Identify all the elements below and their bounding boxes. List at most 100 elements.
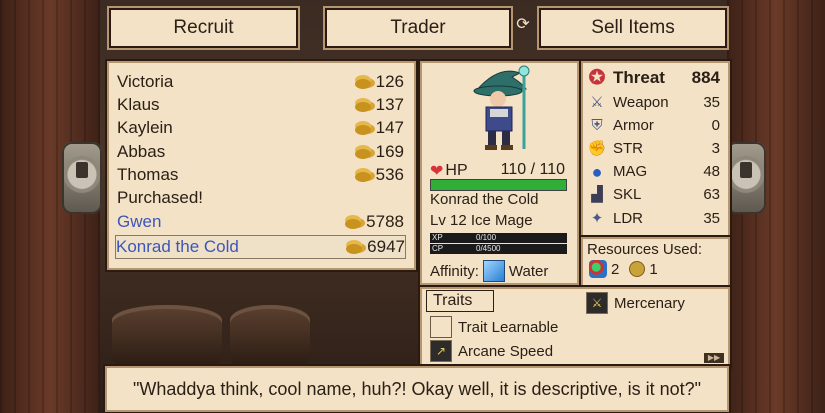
leadership-icon: ✦ xyxy=(590,209,604,227)
trait-learnable[interactable]: Trait Learnable xyxy=(430,316,558,338)
stat-label: Threat xyxy=(613,67,665,87)
stat-weapon: ⚔ Weapon 35 xyxy=(587,91,720,114)
ornament-right-icon xyxy=(726,142,766,214)
price-value: 147 xyxy=(375,118,404,137)
hp-bar-fill xyxy=(431,180,566,190)
recruit-row[interactable]: Abbas 169 xyxy=(117,141,404,163)
stat-ldr: ✦ LDR 35 xyxy=(587,207,720,230)
arcane-speed-trait-icon: ↗ xyxy=(430,340,452,362)
recruit-price: 126 xyxy=(354,72,404,92)
resources-row: 2 1 xyxy=(589,260,658,278)
price-value: 126 xyxy=(375,72,404,91)
gold-coins-icon xyxy=(354,167,374,183)
recruit-row[interactable]: Thomas 536 xyxy=(117,164,404,186)
recruit-row-selected[interactable]: Konrad the Cold 6947 xyxy=(115,235,406,259)
stat-label: Weapon xyxy=(613,94,669,111)
resources-title: Resources Used: xyxy=(587,241,703,258)
recruit-row[interactable]: Klaus 137 xyxy=(117,94,404,116)
heart-icon: ❤ xyxy=(430,163,444,180)
recruit-row[interactable]: Kaylein 147 xyxy=(117,117,404,139)
ornament-left-icon xyxy=(62,142,102,214)
gold-coins-icon xyxy=(344,214,364,230)
affinity-label: Affinity: xyxy=(430,262,479,280)
recruit-row[interactable]: Victoria 126 xyxy=(117,71,404,93)
stat-value: 3 xyxy=(711,140,720,157)
stat-value: 884 xyxy=(691,67,720,87)
unit-level-class: Lv 12 Ice Mage xyxy=(430,212,533,229)
recruit-name: Kaylein xyxy=(117,118,173,137)
mercenary-trait-icon: ⚔ xyxy=(586,292,608,314)
stats-panel: ✪ Threat 884 ⚔ Weapon 35 ⛨ Armor 0 ✊ STR… xyxy=(581,61,730,237)
recruit-row-purchased: Purchased! xyxy=(117,187,404,209)
stat-skl: ▟ SKL 63 xyxy=(587,183,720,206)
recruit-name: Purchased! xyxy=(117,188,203,207)
barrel-icon xyxy=(230,305,310,365)
stat-label: STR xyxy=(613,140,643,157)
price-value: 169 xyxy=(375,142,404,161)
stat-value: 48 xyxy=(703,163,720,180)
stat-label: MAG xyxy=(613,163,648,180)
refresh-icon[interactable]: ⟳ xyxy=(514,16,532,34)
barrel-icon xyxy=(112,305,222,365)
stat-threat: ✪ Threat 884 xyxy=(587,66,720,89)
sell-items-button[interactable]: Sell Items xyxy=(537,6,729,50)
recruit-price: 147 xyxy=(354,118,404,138)
affinity-value: Water xyxy=(508,262,549,280)
empty-trait-icon xyxy=(430,316,452,338)
gold-coins-icon xyxy=(354,120,374,136)
recruit-name: Klaus xyxy=(117,95,160,114)
gold-coins-icon xyxy=(354,144,374,160)
gold-coins-icon xyxy=(354,97,374,113)
unit-detail-panel: ❤ HP 110 / 110 Konrad the Cold Lv 12 Ice … xyxy=(420,61,579,285)
price-value: 5788 xyxy=(366,212,404,231)
xp-bar: XP 0/100 xyxy=(430,233,567,243)
stat-value: 63 xyxy=(703,186,720,203)
resources-panel: Resources Used: 2 1 xyxy=(581,237,730,287)
price-value: 6947 xyxy=(367,237,405,256)
recruit-name: Thomas xyxy=(117,165,179,184)
stat-value: 35 xyxy=(703,210,720,227)
recruit-button[interactable]: Recruit xyxy=(107,6,300,50)
hp-label: ❤ HP xyxy=(430,161,468,181)
armor-icon: ⛨ xyxy=(591,116,603,134)
trader-button[interactable]: Trader xyxy=(323,6,513,50)
recruit-name: Victoria xyxy=(117,72,174,91)
stat-armor: ⛨ Armor 0 xyxy=(587,114,720,137)
recruit-list: Victoria 126 Klaus 137 Kaylein 147 Abbas… xyxy=(107,61,416,270)
trait-arcane-speed[interactable]: ↗ Arcane Speed xyxy=(430,340,553,362)
barrels-decoration xyxy=(112,285,312,365)
cp-label: CP xyxy=(432,244,444,253)
next-arrow-icon[interactable]: ▶▶ xyxy=(704,353,724,363)
gold-icon xyxy=(629,261,646,277)
recruit-row[interactable]: Gwen 5788 xyxy=(117,211,404,233)
affinity: Affinity: Water xyxy=(430,260,548,282)
trait-label: Arcane Speed xyxy=(458,342,554,360)
gold-coins-icon xyxy=(345,239,365,255)
stat-value: 0 xyxy=(711,117,720,134)
traits-tab[interactable]: Traits xyxy=(426,290,494,312)
stat-label: SKL xyxy=(613,186,642,203)
dialog-box[interactable]: "Whaddya think, cool name, huh?! Okay we… xyxy=(105,366,729,412)
recruit-name: Abbas xyxy=(117,142,166,161)
price-value: 137 xyxy=(375,95,404,114)
hp-value: 110 / 110 xyxy=(500,161,565,178)
ice-mage-portrait-icon xyxy=(473,65,530,150)
cp-value: 0/4500 xyxy=(476,244,501,253)
hp-text: HP xyxy=(445,162,468,179)
recruit-price: 5788 xyxy=(344,212,404,232)
trait-mercenary[interactable]: ⚔ Mercenary xyxy=(586,292,685,314)
stat-label: LDR xyxy=(613,210,644,227)
trait-label: Mercenary xyxy=(614,294,685,312)
hp-bar xyxy=(430,179,567,191)
recruit-name: Gwen xyxy=(117,212,162,231)
recruit-price: 536 xyxy=(354,165,404,185)
stat-value: 35 xyxy=(703,94,720,111)
magic-orb-icon: ● xyxy=(591,161,603,182)
xp-label: XP xyxy=(432,233,443,242)
sword-icon: ⚔ xyxy=(590,93,604,111)
gold-coins-icon xyxy=(354,74,374,90)
recruit-price: 169 xyxy=(354,142,404,162)
trait-label: Trait Learnable xyxy=(458,318,559,336)
recruit-price: 137 xyxy=(354,95,404,115)
stat-label: Armor xyxy=(613,117,654,134)
